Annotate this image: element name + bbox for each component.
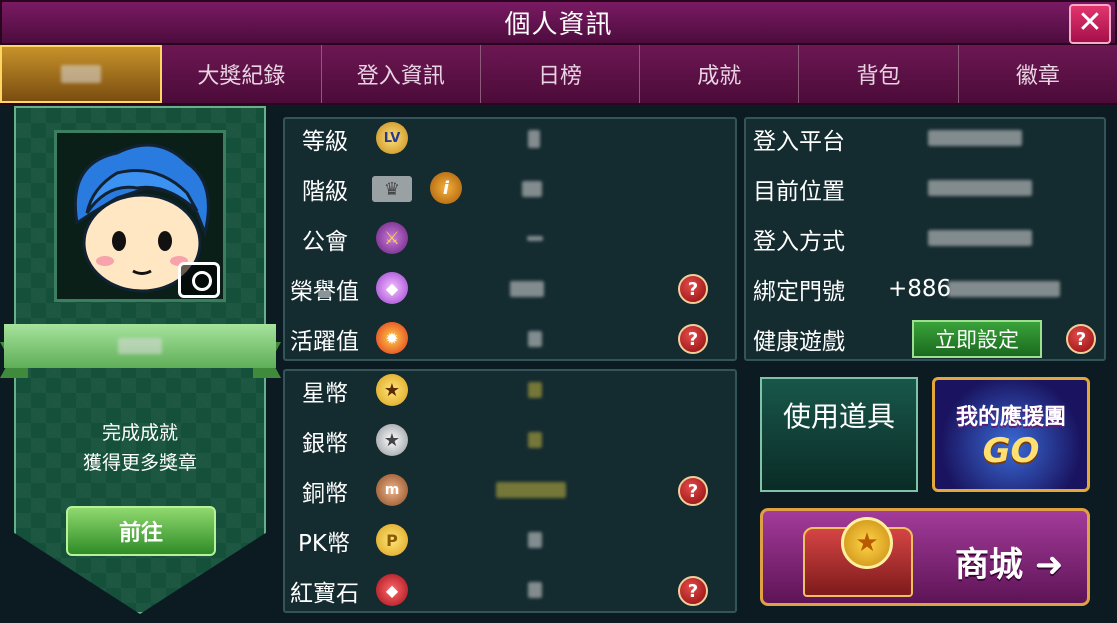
currency-label-silver: 銀幣: [302, 431, 348, 457]
copper-help-icon[interactable]: ?: [678, 476, 708, 506]
go-button[interactable]: 前往: [66, 506, 216, 556]
login-method-value-redacted: [928, 230, 1032, 246]
phone-prefix: +886: [888, 276, 952, 302]
info-icon[interactable]: i: [430, 172, 462, 204]
achievement-promo: 完成成就 獲得更多獎章: [14, 418, 266, 478]
activity-help-icon[interactable]: ?: [678, 324, 708, 354]
login-phone-label: 綁定門號: [753, 279, 845, 305]
stat-label-honor: 榮譽值: [290, 279, 359, 305]
activity-value-redacted: [528, 331, 542, 347]
stat-row-activity: 活躍值: [290, 319, 359, 359]
honor-value-redacted: [510, 281, 544, 297]
currency-row-star: 星幣: [302, 371, 348, 411]
star-coin-icon: ★: [841, 517, 893, 569]
copper-value-redacted: [496, 482, 566, 498]
use-item-button[interactable]: 使用道具: [760, 377, 918, 492]
nickname-redacted: [118, 338, 162, 354]
stat-row-guild: 公會: [302, 219, 348, 259]
currency-label-ruby: 紅寶石: [290, 581, 359, 607]
login-row-method: 登入方式: [753, 219, 845, 259]
level-value-redacted: [528, 130, 540, 148]
tab-achievements[interactable]: 成就: [640, 45, 800, 103]
login-platform-value-redacted: [928, 130, 1022, 146]
login-row-health: 健康遊戲: [753, 319, 845, 359]
login-platform-label: 登入平台: [753, 129, 845, 155]
ruby-help-icon[interactable]: ?: [678, 576, 708, 606]
tab-backpack[interactable]: 背包: [799, 45, 959, 103]
currency-label-star: 星幣: [302, 381, 348, 407]
rank-value-redacted: [522, 181, 542, 197]
currency-label-pk: PK幣: [298, 531, 350, 557]
login-row-location: 目前位置: [753, 169, 845, 209]
ruby-icon: ◆: [376, 574, 408, 606]
close-button[interactable]: ✕: [1069, 4, 1111, 44]
health-help-icon[interactable]: ?: [1066, 324, 1096, 354]
currency-row-ruby: 紅寶石: [290, 571, 359, 611]
shop-label: 商城 ➜: [955, 545, 1064, 585]
pk-coin-icon: P: [376, 524, 408, 556]
support-group-button[interactable]: 我的應援團 GO: [932, 377, 1090, 492]
crown-icon: ♛: [372, 176, 412, 202]
setup-now-button[interactable]: 立即設定: [912, 320, 1042, 358]
shop-button[interactable]: ★ 商城 ➜: [760, 508, 1090, 606]
support-group-label: 我的應援團: [955, 404, 1066, 430]
tab-profile[interactable]: [0, 45, 163, 103]
login-row-platform: 登入平台: [753, 119, 845, 159]
star-value-redacted: [528, 382, 542, 398]
stat-label-level: 等級: [302, 129, 348, 155]
stat-row-honor: 榮譽值: [290, 269, 359, 309]
tab-profile-label-redacted: [61, 65, 102, 83]
currency-row-pk: PK幣: [298, 521, 350, 561]
tab-badges[interactable]: 徽章: [958, 45, 1117, 103]
use-item-label: 使用道具: [782, 400, 895, 433]
stat-row-rank: 階級: [302, 169, 348, 209]
fire-icon: ✹: [376, 322, 408, 354]
level-icon: LV: [376, 122, 408, 154]
phone-number-redacted: [948, 281, 1060, 297]
login-location-label: 目前位置: [753, 179, 845, 205]
currency-label-copper: 銅幣: [302, 481, 348, 507]
currency-row-copper: 銅幣: [302, 471, 348, 511]
tab-login-info[interactable]: 登入資訊: [321, 45, 481, 103]
promo-line-1: 完成成就: [101, 422, 178, 444]
copper-coin-icon: m: [376, 474, 408, 506]
tab-daily-ranking[interactable]: 日榜: [480, 45, 641, 103]
honor-help-icon[interactable]: ?: [678, 274, 708, 304]
camera-icon[interactable]: [178, 262, 220, 298]
honor-gem-icon: ◆: [376, 272, 408, 304]
star-coin-icon: ★: [376, 374, 408, 406]
stat-label-guild: 公會: [302, 229, 348, 255]
window-title: 個人資訊: [504, 10, 613, 40]
login-row-phone: 綁定門號: [753, 269, 845, 309]
title-bar: 個人資訊 ✕: [0, 0, 1117, 45]
silver-value-redacted: [528, 432, 542, 448]
pk-value-redacted: [528, 532, 542, 548]
login-method-label: 登入方式: [753, 229, 845, 255]
support-go-label: GO: [982, 430, 1040, 471]
silver-coin-icon: ★: [376, 424, 408, 456]
currency-row-silver: 銀幣: [302, 421, 348, 461]
stat-label-rank: 階級: [302, 179, 348, 205]
stat-row-level: 等級: [302, 119, 348, 159]
tab-bar: 大獎紀錄 登入資訊 日榜 成就 背包 徽章: [0, 45, 1117, 105]
nickname-ribbon: [4, 324, 276, 368]
login-location-value-redacted: [928, 180, 1032, 196]
tab-jackpot-records[interactable]: 大獎紀錄: [162, 45, 322, 103]
stat-label-activity: 活躍值: [290, 329, 359, 355]
promo-line-2: 獲得更多獎章: [82, 452, 197, 474]
login-health-label: 健康遊戲: [753, 329, 845, 355]
guild-value-redacted: [527, 236, 543, 241]
guild-icon: ⚔: [376, 222, 408, 254]
ruby-value-redacted: [528, 582, 542, 598]
